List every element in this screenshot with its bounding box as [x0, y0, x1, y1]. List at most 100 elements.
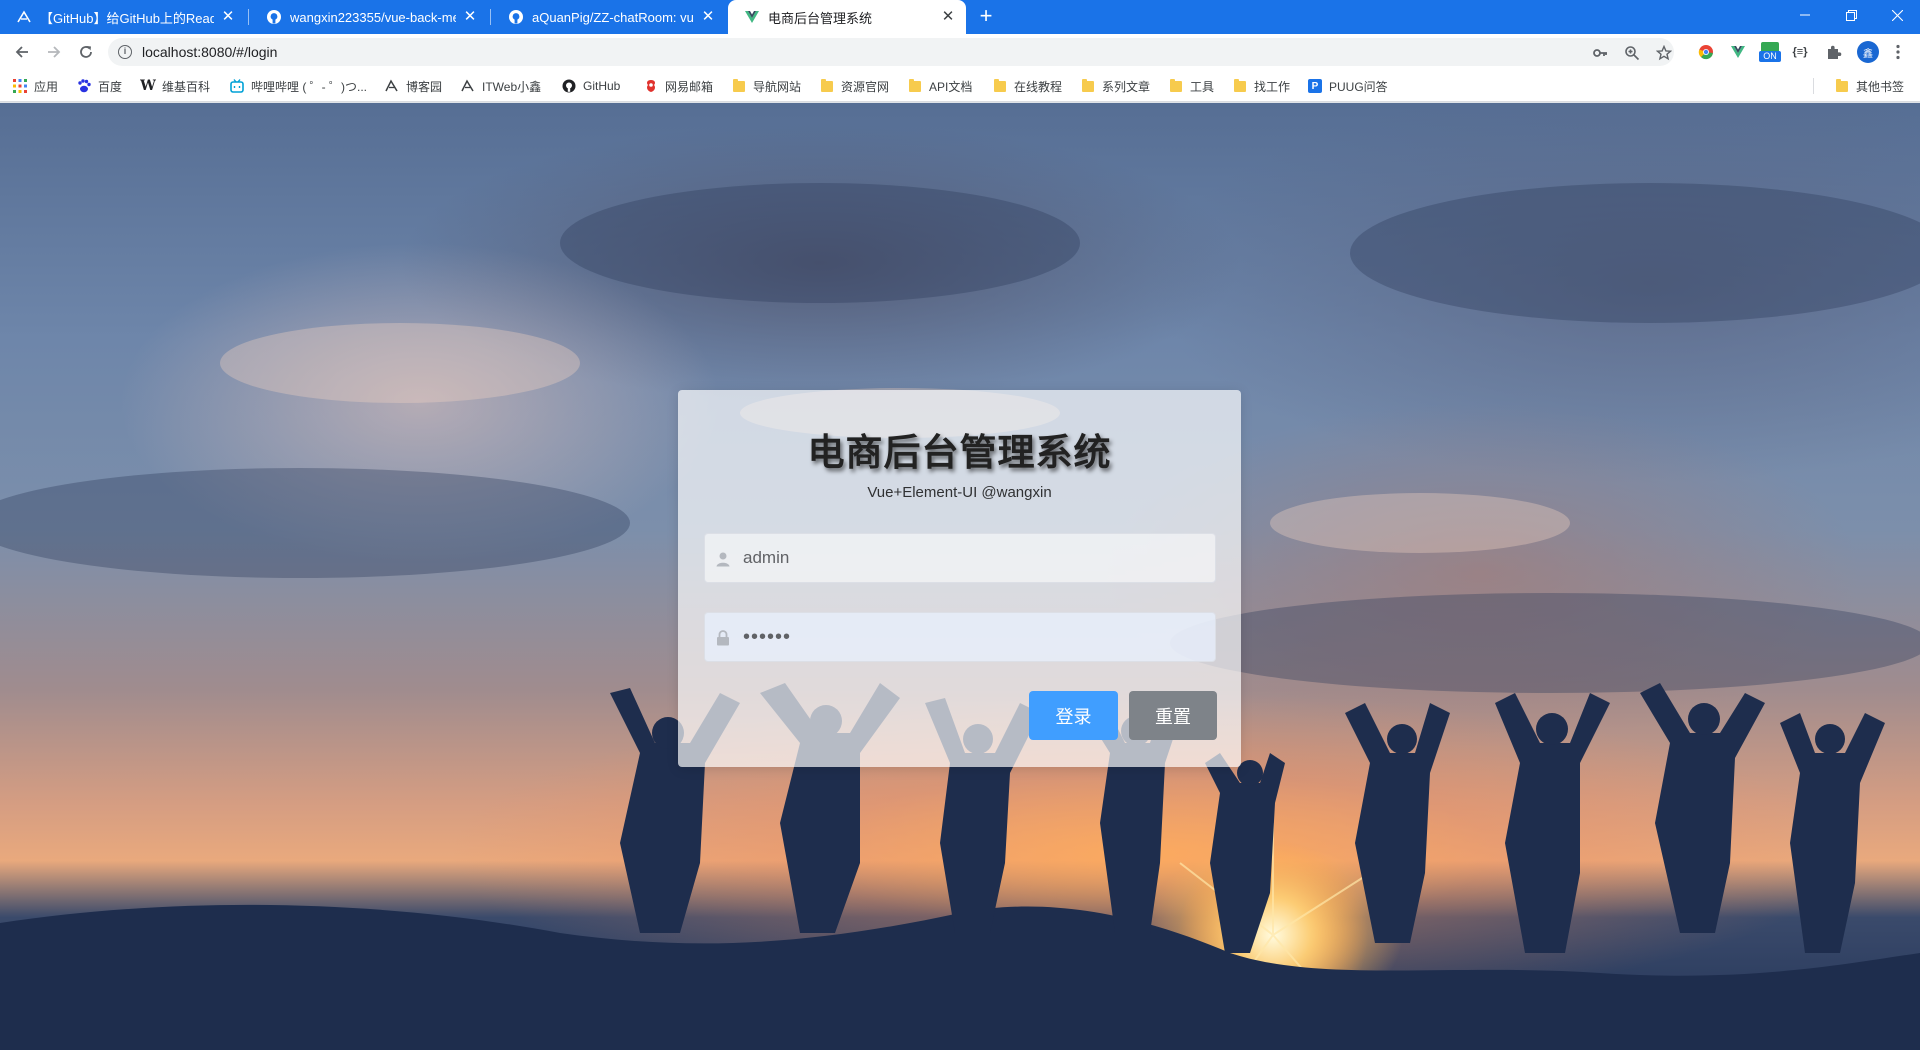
bookmark-label: 博客园 — [406, 79, 443, 94]
address-bar[interactable]: i localhost:8080/#/login — [108, 38, 1674, 66]
folder-icon — [820, 78, 834, 93]
tab-close-icon[interactable]: ✕ — [700, 9, 716, 25]
bookmark-folder-tutorials[interactable]: 在线教程 — [993, 77, 1062, 95]
bookmark-bilibili[interactable]: 哔哩哔哩 ( ゜- ゜)つ... — [230, 77, 367, 95]
bookmark-apps[interactable]: 应用 — [13, 77, 58, 95]
baidu-paw-icon — [77, 79, 91, 93]
tab-separator — [490, 9, 491, 25]
bookmark-other[interactable]: 其他书签 — [1835, 77, 1904, 95]
profile-avatar-icon[interactable]: 鑫 — [1857, 41, 1879, 63]
bilibili-tv-icon — [230, 79, 244, 93]
json-viewer-icon[interactable]: {≡} — [1791, 43, 1809, 61]
bookmark-label: 其他书签 — [1856, 79, 1905, 94]
site-info-icon[interactable]: i — [118, 45, 132, 59]
bookmark-label: 资源官网 — [841, 79, 890, 94]
tab-close-icon[interactable]: ✕ — [220, 9, 236, 25]
reset-button[interactable]: 重置 — [1129, 691, 1217, 740]
bookmark-label: API文档 — [929, 79, 973, 94]
bookmark-cnblogs[interactable]: 博客园 — [385, 77, 442, 95]
login-subtitle: Vue+Element-UI @wangxin — [867, 484, 1052, 501]
restore-icon[interactable] — [1828, 0, 1874, 30]
bookmark-label: 在线教程 — [1014, 79, 1063, 94]
tab-close-icon[interactable]: ✕ — [462, 9, 478, 25]
bookmark-star-icon[interactable] — [1656, 45, 1672, 61]
tab-title: aQuanPig/ZZ-chatRoom: vue+ — [532, 9, 694, 25]
bookmark-itweb[interactable]: ITWeb小鑫 — [461, 77, 541, 95]
cnblogs-icon — [16, 9, 32, 25]
password-field[interactable] — [704, 612, 1216, 662]
extension-on-badge: ON — [1759, 51, 1781, 62]
bookmark-label: 导航网站 — [753, 79, 802, 94]
bookmark-divider — [1813, 78, 1814, 94]
tab-separator — [248, 9, 249, 25]
folder-icon — [1169, 78, 1183, 93]
chrome-extension-icon[interactable] — [1697, 43, 1715, 61]
bookmark-folder-jobs[interactable]: 找工作 — [1233, 77, 1290, 95]
bookmark-folder-api-docs[interactable]: API文档 — [908, 77, 972, 95]
tab-title: wangxin223355/vue-back-me — [290, 9, 456, 25]
tab-github-readme[interactable]: 【GitHub】给GitHub上的ReadMe ✕ — [0, 0, 246, 34]
login-button[interactable]: 登录 — [1029, 691, 1118, 740]
tab-strip: 【GitHub】给GitHub上的ReadMe ✕ wangxin223355/… — [0, 0, 1920, 34]
username-input[interactable] — [743, 534, 1203, 582]
browser-toolbar: i localhost:8080/#/login ON {≡} 鑫 — [0, 34, 1920, 70]
zoom-icon[interactable] — [1624, 45, 1640, 61]
bookmark-label: 找工作 — [1254, 79, 1291, 94]
tab-zz-chatroom[interactable]: aQuanPig/ZZ-chatRoom: vue+ ✕ — [492, 0, 726, 34]
tab-title: 【GitHub】给GitHub上的ReadMe — [40, 10, 214, 26]
menu-kebab-icon[interactable] — [1889, 43, 1907, 61]
tab-close-icon[interactable]: ✕ — [940, 9, 956, 25]
forward-icon[interactable] — [42, 40, 66, 64]
wikipedia-w-icon: W — [140, 78, 156, 94]
folder-icon — [1835, 78, 1849, 93]
key-icon[interactable] — [1592, 45, 1608, 61]
folder-icon — [1233, 78, 1247, 93]
user-icon — [714, 550, 732, 568]
bookmark-label: ITWeb小鑫 — [482, 79, 542, 94]
username-field[interactable] — [704, 533, 1216, 583]
minimize-icon[interactable] — [1782, 0, 1828, 30]
new-tab-button[interactable]: + — [974, 5, 998, 28]
password-input[interactable] — [743, 613, 1203, 661]
bookmark-label: 系列文章 — [1102, 79, 1151, 94]
tab-active-ecommerce-admin[interactable]: 电商后台管理系统 ✕ — [728, 0, 966, 34]
bookmark-github[interactable]: GitHub — [562, 77, 620, 95]
bookmark-label: 哔哩哔哩 ( ゜- ゜)つ... — [251, 79, 367, 94]
github-icon — [266, 9, 282, 25]
bookmark-folder-nav[interactable]: 导航网站 — [732, 77, 801, 95]
bookmark-netease-mail[interactable]: 网易邮箱 — [644, 77, 713, 95]
login-page: 电商后台管理系统 Vue+Element-UI @wangxin 登录 重置 — [0, 103, 1920, 1050]
bookmark-puug[interactable]: P PUUG问答 — [1308, 77, 1388, 95]
folder-icon — [993, 78, 1007, 93]
bookmark-folder-articles[interactable]: 系列文章 — [1081, 77, 1150, 95]
bookmark-label: 维基百科 — [162, 79, 211, 94]
bookmark-folder-tools[interactable]: 工具 — [1169, 77, 1214, 95]
bookmark-label: 网易邮箱 — [665, 79, 714, 94]
login-card: 电商后台管理系统 Vue+Element-UI @wangxin 登录 重置 — [678, 390, 1241, 767]
apps-grid-icon — [13, 79, 27, 93]
reload-icon[interactable] — [74, 40, 98, 64]
puug-icon: P — [1308, 79, 1322, 93]
login-title: 电商后台管理系统 — [807, 431, 1112, 474]
url-text[interactable]: localhost:8080/#/login — [142, 44, 277, 60]
back-icon[interactable] — [10, 40, 34, 64]
vue-logo-icon — [744, 9, 760, 25]
bookmark-label: 百度 — [98, 79, 123, 94]
bookmark-folder-resources[interactable]: 资源官网 — [820, 77, 889, 95]
lock-icon — [714, 629, 732, 647]
folder-icon — [732, 78, 746, 93]
bookmarks-bar: 应用 百度 W 维基百科 哔哩哔哩 ( ゜- ゜)つ... 博客园 ITWeb小… — [0, 70, 1920, 102]
cnblogs-icon — [461, 79, 475, 93]
bookmark-label: PUUG问答 — [1329, 79, 1388, 94]
bookmark-label: GitHub — [583, 79, 621, 93]
tab-vue-back-me[interactable]: wangxin223355/vue-back-me ✕ — [250, 0, 488, 34]
bookmark-wikipedia[interactable]: W 维基百科 — [140, 77, 211, 95]
netease-mail-icon — [644, 79, 658, 93]
bookmark-baidu[interactable]: 百度 — [77, 77, 122, 95]
tab-title: 电商后台管理系统 — [768, 10, 873, 26]
extensions-puzzle-icon[interactable] — [1825, 43, 1843, 61]
extension-on-icon[interactable]: ON — [1759, 41, 1781, 63]
cnblogs-icon — [385, 79, 399, 93]
vue-devtools-icon[interactable] — [1729, 43, 1747, 61]
close-window-icon[interactable] — [1874, 0, 1920, 30]
